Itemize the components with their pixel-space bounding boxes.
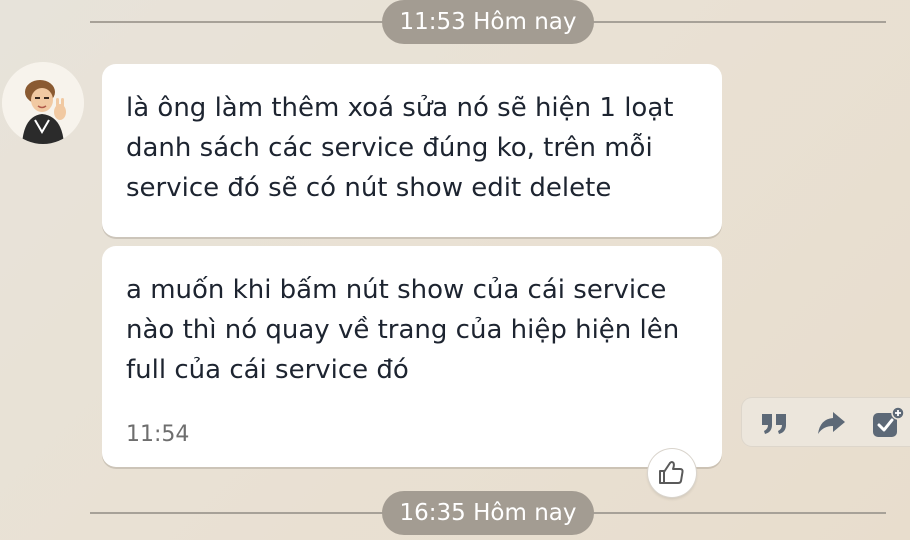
forward-icon bbox=[818, 412, 845, 434]
message-action-bar bbox=[742, 398, 910, 446]
time-divider-top: 11:53 Hôm nay bbox=[90, 0, 886, 44]
thumbs-up-icon bbox=[659, 461, 684, 484]
forward-button[interactable] bbox=[814, 406, 848, 440]
avatar[interactable] bbox=[2, 62, 84, 144]
message-bubble[interactable]: là ông làm thêm xoá sửa nó sẽ hiện 1 loạ… bbox=[102, 64, 722, 237]
message-time: 11:54 bbox=[126, 422, 190, 447]
quote-icon bbox=[762, 414, 786, 434]
add-task-icon bbox=[873, 406, 905, 437]
time-divider-label: 11:53 Hôm nay bbox=[382, 0, 594, 44]
message-text: là ông làm thêm xoá sửa nó sẽ hiện 1 loạ… bbox=[126, 93, 674, 203]
time-divider-label: 16:35 Hôm nay bbox=[382, 491, 594, 535]
reaction-button[interactable] bbox=[648, 449, 696, 497]
time-divider-bottom: 16:35 Hôm nay bbox=[90, 491, 886, 535]
user-avatar-icon bbox=[2, 62, 84, 144]
quote-button[interactable] bbox=[758, 406, 792, 440]
message-bubble[interactable]: a muốn khi bấm nút show của cái service … bbox=[102, 246, 722, 467]
message-text: a muốn khi bấm nút show của cái service … bbox=[126, 275, 680, 385]
add-task-button[interactable] bbox=[870, 406, 905, 440]
